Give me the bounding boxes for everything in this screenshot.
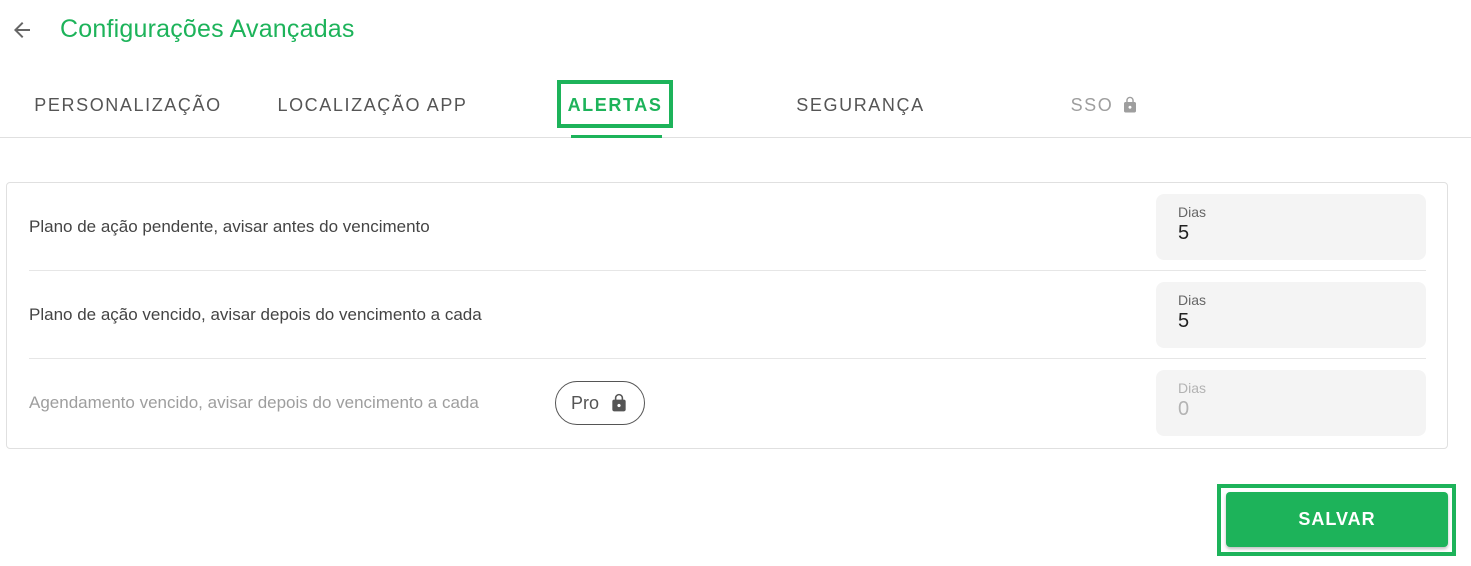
page-header: Configurações Avançadas	[0, 0, 1471, 60]
tab-label: SSO	[1070, 94, 1114, 115]
alert-label: Plano de ação vencido, avisar depois do …	[29, 305, 482, 324]
tab-bar: PERSONALIZAÇÃO LOCALIZAÇÃO APP ALERTAS S…	[0, 80, 1471, 138]
tab-label: LOCALIZAÇÃO APP	[277, 94, 468, 115]
field-label: Dias	[1178, 380, 1207, 396]
tab-localizacao-app[interactable]: LOCALIZAÇÃO APP	[277, 80, 468, 130]
arrow-left-icon	[14, 22, 30, 38]
back-button[interactable]	[8, 16, 36, 44]
alert-row: Plano de ação pendente, avisar antes do …	[29, 183, 1426, 271]
days-input[interactable]	[1178, 310, 1378, 333]
tab-alertas[interactable]: ALERTAS	[561, 80, 669, 130]
field-label: Dias	[1178, 204, 1207, 220]
days-input[interactable]	[1178, 222, 1378, 245]
alert-label: Plano de ação pendente, avisar antes do …	[29, 217, 430, 236]
tab-label: ALERTAS	[567, 94, 663, 115]
tab-personalizacao[interactable]: PERSONALIZAÇÃO	[34, 80, 222, 130]
alert-label: Agendamento vencido, avisar depois do ve…	[29, 393, 479, 412]
alert-row: Agendamento vencido, avisar depois do ve…	[29, 359, 1426, 447]
active-tab-indicator	[571, 135, 662, 138]
lock-icon	[1121, 96, 1139, 114]
page-title: Configurações Avançadas	[60, 15, 355, 43]
tab-sso[interactable]: SSO	[1070, 80, 1140, 130]
tab-seguranca[interactable]: SEGURANÇA	[796, 80, 925, 130]
days-input	[1178, 398, 1378, 421]
alert-row: Plano de ação vencido, avisar depois do …	[29, 271, 1426, 359]
save-button[interactable]: SALVAR	[1226, 492, 1448, 547]
days-field: Dias	[1156, 370, 1426, 436]
pro-badge-label: Pro	[570, 392, 599, 413]
days-field[interactable]: Dias	[1156, 282, 1426, 348]
field-label: Dias	[1178, 292, 1207, 308]
tab-label: PERSONALIZAÇÃO	[34, 94, 222, 115]
days-field[interactable]: Dias	[1156, 194, 1426, 260]
lock-icon	[609, 393, 629, 413]
alerts-card: Plano de ação pendente, avisar antes do …	[6, 182, 1448, 449]
tab-label: SEGURANÇA	[796, 94, 925, 115]
pro-badge[interactable]: Pro	[555, 381, 645, 425]
